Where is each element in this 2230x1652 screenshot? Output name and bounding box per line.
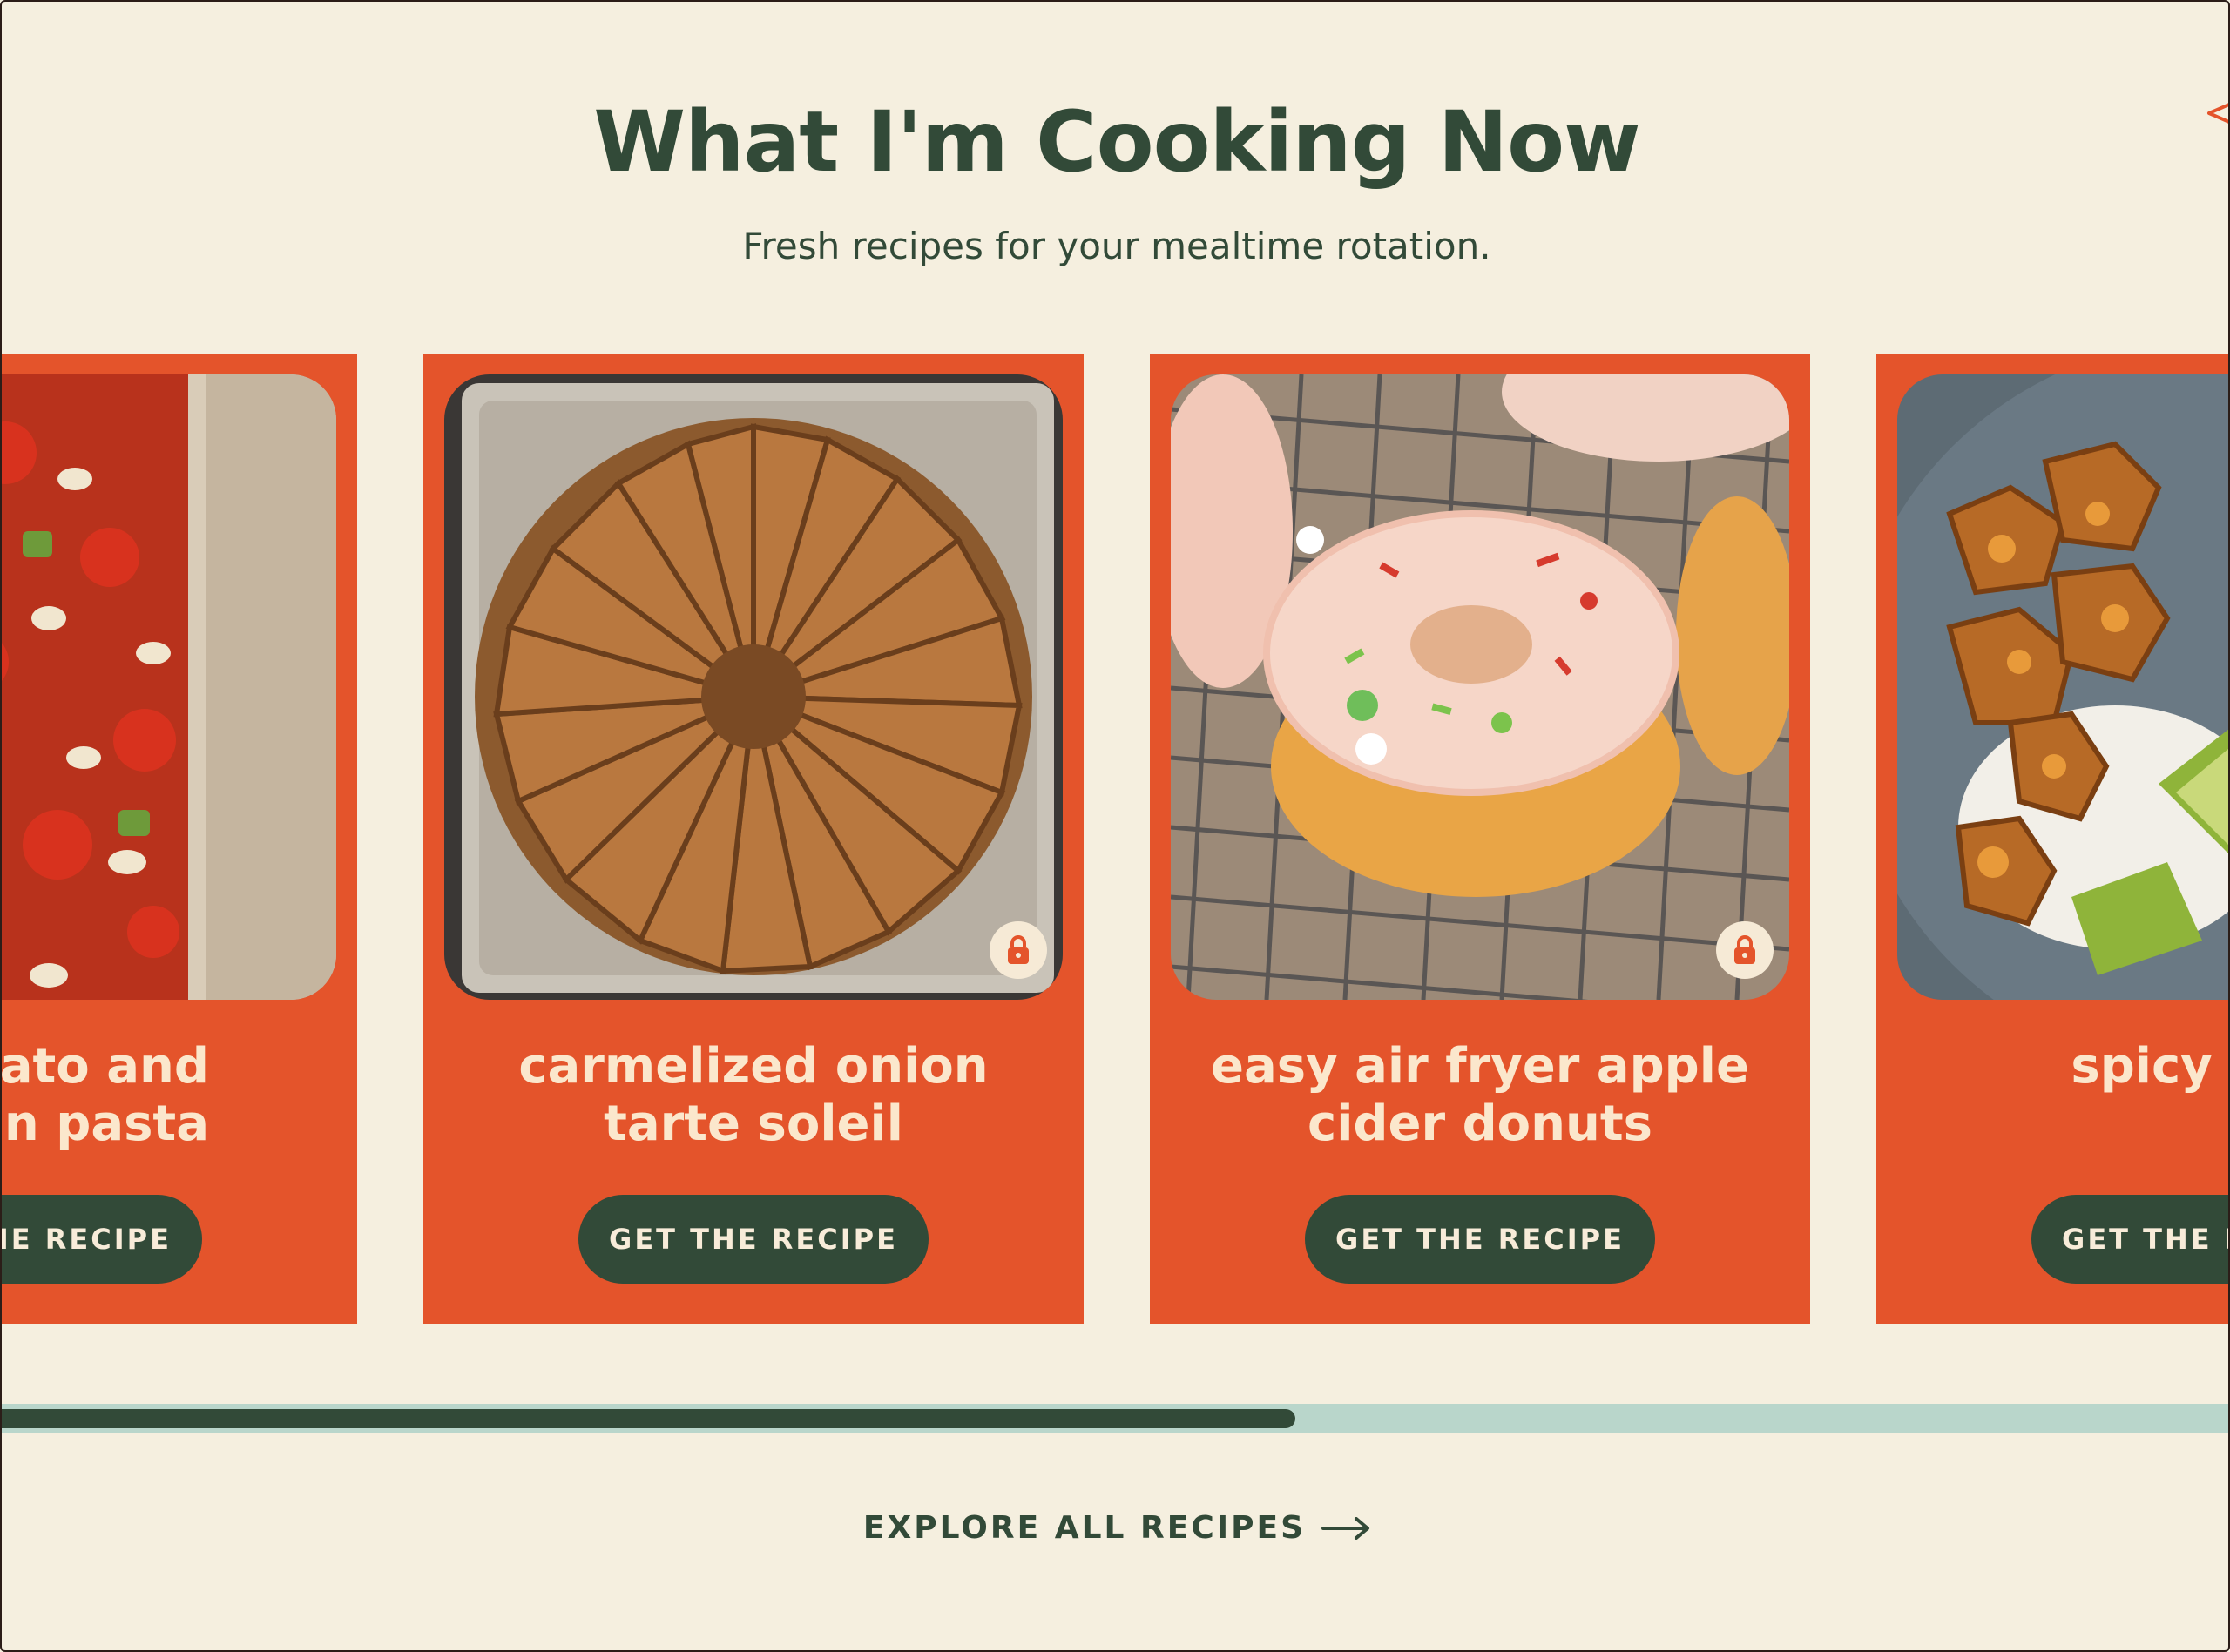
recipe-card[interactable]: spicy tofu GET THE RECIPE [1876,354,2228,1324]
recipe-title-line: carmelized onion [518,1038,989,1095]
lock-icon [990,921,1047,979]
recipe-card[interactable]: carmelized onion tarte soleil GET THE RE… [423,354,1084,1324]
recipe-title[interactable]: carmelized onion tarte soleil [423,1038,1084,1153]
recipe-title-line: tarte soleil [604,1096,903,1152]
section-subtitle: Fresh recipes for your mealtime rotation… [742,225,1491,267]
recipe-title-line: omato and [2,1038,209,1095]
recipe-title[interactable]: omato and ean pasta [2,1038,209,1153]
recipe-photo-tarte-soleil[interactable] [444,374,1063,1000]
recipe-card[interactable]: easy air fryer apple cider donuts GET TH… [1150,354,1810,1324]
decorative-leaf-icon [2207,103,2228,124]
recipe-title[interactable]: spicy tofu [1876,1038,2228,1096]
recipe-title-line: cider donuts [1308,1096,1652,1152]
recipe-title[interactable]: easy air fryer apple cider donuts [1150,1038,1810,1153]
recipe-photo-apple-cider-donuts[interactable] [1171,374,1789,1000]
recipe-title-line: easy air fryer apple [1211,1038,1749,1095]
section-title: What I'm Cooking Now [593,93,1640,191]
recipe-photo-spicy-tofu[interactable] [1897,374,2228,1000]
get-recipe-button[interactable]: GET THE RECIPE [1305,1195,1655,1284]
carousel-progress-thumb[interactable] [2,1409,1295,1428]
arrow-right-icon [1321,1516,1370,1540]
recipe-carousel[interactable]: omato and ean pasta GET THE RECIPE [2,354,2228,1325]
get-recipe-button[interactable]: GET THE RECIPE [2,1195,202,1284]
recipe-photo-pasta[interactable] [2,374,336,1000]
explore-label: EXPLORE ALL RECIPES [862,1510,1307,1546]
get-recipe-button[interactable]: GET THE RECIPE [2031,1195,2228,1284]
recipe-title-line: spicy tofu [2071,1038,2228,1095]
recipe-title-line: ean pasta [2,1096,209,1152]
lock-icon [1716,921,1774,979]
page-frame: What I'm Cooking Now Fresh recipes for y… [0,0,2230,1652]
explore-all-recipes-link[interactable]: EXPLORE ALL RECIPES [2,1510,2228,1546]
recipe-card[interactable]: omato and ean pasta GET THE RECIPE [2,354,357,1324]
get-recipe-button[interactable]: GET THE RECIPE [578,1195,929,1284]
